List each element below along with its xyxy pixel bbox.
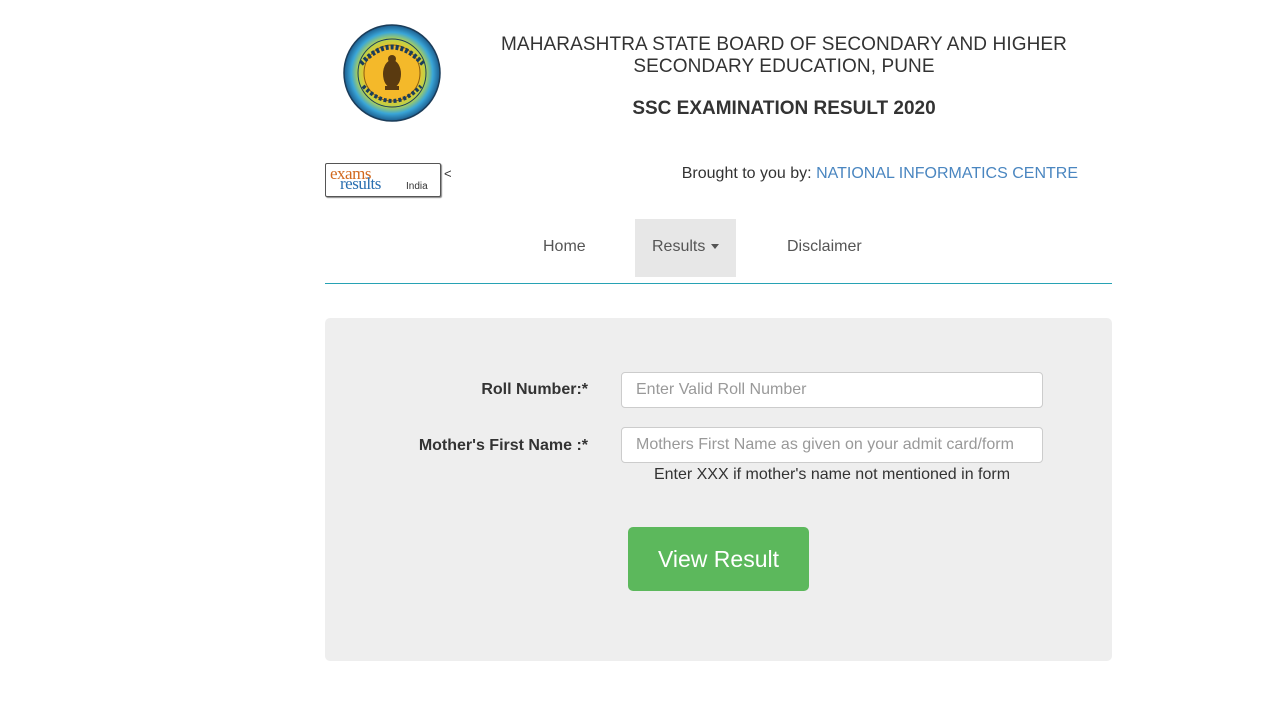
- view-result-button[interactable]: View Result: [628, 527, 809, 591]
- nav-home[interactable]: Home: [526, 219, 603, 277]
- mother-name-label: Mother's First Name :*: [418, 437, 588, 454]
- logo-word-india: India: [406, 181, 428, 192]
- nav-home-label: Home: [543, 238, 586, 255]
- logo-word-results: results: [340, 174, 381, 193]
- result-form-panel: Roll Number:* Mother's First Name :* Ent…: [325, 318, 1112, 661]
- roll-number-input[interactable]: [621, 372, 1043, 408]
- board-seal-logo: [343, 24, 441, 122]
- caret-down-icon: [711, 244, 720, 250]
- mother-name-input[interactable]: [621, 427, 1043, 463]
- page: MAHARASHTRA STATE BOARD OF SECONDARY AND…: [0, 0, 1280, 720]
- stray-character: <: [444, 166, 452, 181]
- nav-disclaimer-label: Disclaimer: [787, 238, 862, 255]
- roll-number-label: Roll Number:*: [481, 381, 588, 398]
- mother-name-hint: Enter XXX if mother's name not mentioned…: [653, 466, 1011, 483]
- nav-results-label: Results: [652, 238, 706, 255]
- main-nav: Home Results Disclaimer: [325, 219, 1112, 284]
- nic-link[interactable]: NATIONAL INFORMATICS CENTRE: [816, 165, 1078, 182]
- board-name: MAHARASHTRA STATE BOARD OF SECONDARY AND…: [501, 34, 1067, 77]
- exam-title: SSC EXAMINATION RESULT 2020: [632, 98, 936, 119]
- examsresults-logo[interactable]: exams results India: [325, 163, 441, 197]
- nav-disclaimer[interactable]: Disclaimer: [770, 219, 879, 277]
- nav-results-dropdown[interactable]: Results: [635, 219, 737, 277]
- brought-by-prefix: Brought to you by:: [681, 165, 817, 182]
- brought-by-text: Brought to you by: NATIONAL INFORMATICS …: [682, 165, 1078, 183]
